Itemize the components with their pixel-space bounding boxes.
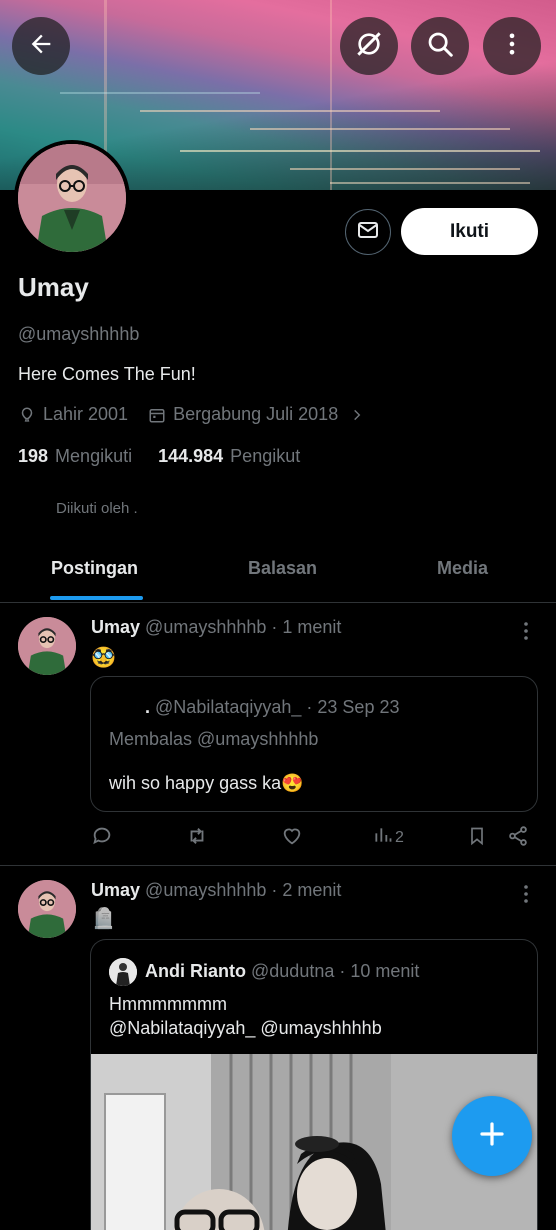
followers-link[interactable]: 144.984 Pengikut — [158, 446, 300, 467]
post-author-name[interactable]: Umay — [91, 617, 140, 637]
quote-reply-to: Membalas @umayshhhhb — [109, 729, 319, 749]
quote-author-handle: @dudutna — [251, 961, 335, 981]
profile-bio: Here Comes The Fun! — [18, 364, 196, 384]
profile-avatar[interactable] — [14, 140, 130, 256]
post-text: 🥸 — [91, 647, 116, 669]
quote-author-name: . — [145, 697, 151, 717]
chevron-right-icon[interactable] — [350, 407, 364, 423]
post-avatar[interactable] — [18, 880, 76, 938]
profile-name: Umay — [18, 272, 89, 302]
tab-media[interactable]: Media — [437, 558, 488, 579]
more-button[interactable] — [483, 17, 541, 75]
post-time: · 1 menit — [271, 617, 342, 637]
followers-label: Pengikut — [230, 446, 301, 466]
quote-header: Andi Rianto @dudutna · 10 menit — [145, 961, 419, 982]
quoted-post[interactable]: . @Nabilataqiyyah_ · 23 Sep 23 Membalas … — [90, 676, 538, 812]
profile-handle: @umayshhhhb — [18, 324, 140, 344]
balloon-icon — [18, 406, 36, 424]
following-count: 198 — [18, 446, 49, 466]
tab-replies[interactable]: Balasan — [248, 558, 317, 579]
bookmark-button[interactable] — [467, 825, 487, 852]
post-more-icon[interactable] — [518, 884, 534, 904]
quote-text-line-1: Hmmmmmmm — [109, 994, 227, 1014]
birth-year: Lahir 2001 — [43, 404, 129, 424]
profile-tabs: Postingan Balasan Media — [0, 540, 556, 603]
post-header: Umay @umayshhhhb · 1 menit — [91, 617, 341, 638]
follow-button[interactable]: Ikuti — [401, 208, 538, 255]
views-count: 2 — [395, 828, 404, 846]
post-avatar[interactable] — [18, 617, 76, 675]
quote-text: wih so happy gass ka😍 — [109, 773, 304, 793]
reply-icon — [91, 825, 113, 852]
reply-button[interactable] — [91, 825, 113, 852]
bookmark-icon — [467, 825, 487, 852]
post-author-handle: @umayshhhhb — [145, 880, 267, 900]
search-icon — [425, 29, 455, 64]
mail-icon — [356, 218, 380, 247]
followed-by[interactable]: Diikuti oleh . — [56, 500, 138, 517]
post-text: 🪦 — [91, 908, 116, 930]
follow-stats: 198 Mengikuti 144.984 Pengikut — [18, 446, 300, 467]
post-item[interactable]: Umay @umayshhhhb · 1 menit 🥸 . @Nabilata… — [0, 603, 556, 865]
grok-button[interactable] — [340, 17, 398, 75]
grok-icon — [353, 28, 385, 65]
following-link[interactable]: 198 Mengikuti — [18, 446, 132, 467]
more-vertical-icon — [498, 30, 526, 63]
post-author-handle: @umayshhhhb — [145, 617, 267, 637]
quote-author-avatar — [109, 958, 137, 986]
analytics-icon — [373, 825, 393, 850]
post-time: · 2 menit — [271, 880, 342, 900]
following-label: Mengikuti — [55, 446, 133, 466]
active-tab-indicator — [50, 596, 143, 600]
compose-button[interactable] — [452, 1096, 532, 1176]
quoted-post[interactable]: Andi Rianto @dudutna · 10 menit Hmmmmmmm… — [90, 939, 538, 1230]
profile-meta: Lahir 2001 Bergabung Juli 2018 — [18, 404, 364, 425]
quote-time: · 23 Sep 23 — [306, 697, 400, 717]
back-button[interactable] — [12, 17, 70, 75]
arrow-left-icon — [27, 30, 55, 63]
quote-author-name: Andi Rianto — [145, 961, 246, 981]
search-button[interactable] — [411, 17, 469, 75]
quote-header: . @Nabilataqiyyah_ · 23 Sep 23 — [145, 697, 399, 718]
share-button[interactable] — [507, 825, 529, 852]
tab-posts[interactable]: Postingan — [51, 558, 138, 579]
repost-icon — [185, 825, 209, 852]
views-button[interactable]: 2 — [373, 825, 404, 850]
quote-text-line-2: @Nabilataqiyyah_ @umayshhhhb — [109, 1018, 382, 1038]
quote-author-handle: @Nabilataqiyyah_ — [155, 697, 302, 717]
calendar-icon — [148, 406, 166, 424]
join-date: Bergabung Juli 2018 — [173, 404, 339, 424]
heart-icon — [281, 825, 303, 852]
repost-button[interactable] — [185, 825, 209, 852]
quote-time: · 10 menit — [339, 961, 420, 981]
message-button[interactable] — [345, 209, 391, 255]
plus-icon — [477, 1119, 507, 1154]
post-author-name[interactable]: Umay — [91, 880, 140, 900]
post-more-icon[interactable] — [518, 621, 534, 641]
post-actions: 2 — [91, 825, 537, 855]
post-header: Umay @umayshhhhb · 2 menit — [91, 880, 341, 901]
followers-count: 144.984 — [158, 446, 224, 466]
share-icon — [507, 825, 529, 852]
like-button[interactable] — [281, 825, 303, 852]
